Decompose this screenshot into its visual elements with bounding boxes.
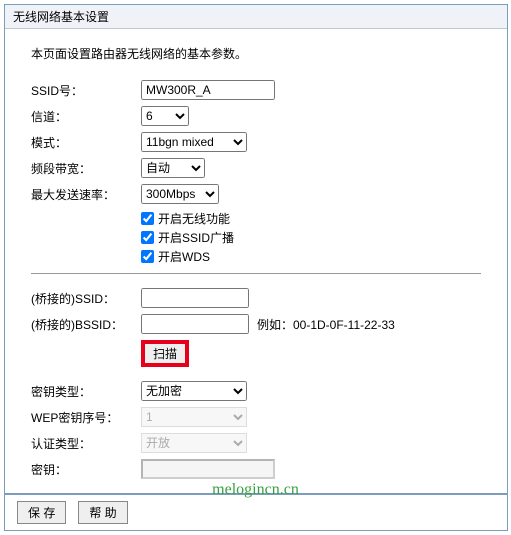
ssid-label: SSID号： <box>31 82 141 99</box>
key-label: 密钥： <box>31 461 141 478</box>
save-button[interactable]: 保 存 <box>17 501 66 524</box>
rate-label: 最大发送速率： <box>31 186 141 203</box>
bridge-bssid-label: (桥接的)BSSID： <box>31 316 141 333</box>
mode-select[interactable]: 11bgn mixed <box>141 132 247 152</box>
bandwidth-label: 频段带宽： <box>31 160 141 177</box>
wep-index-label: WEP密钥序号： <box>31 409 141 426</box>
help-button[interactable]: 帮 助 <box>78 501 127 524</box>
bssid-example: 例如：00-1D-0F-11-22-33 <box>257 316 395 333</box>
auth-select: 开放 <box>141 433 247 453</box>
enable-wireless-checkbox[interactable] <box>141 212 154 225</box>
enable-wds-checkbox[interactable] <box>141 250 154 263</box>
panel-content: 本页面设置路由器无线网络的基本参数。 SSID号： 信道： 6 模式： 11bg… <box>5 29 507 493</box>
encryption-label: 密钥类型： <box>31 383 141 400</box>
panel-title: 无线网络基本设置 <box>5 5 507 29</box>
enable-wireless-label: 开启无线功能 <box>158 210 230 227</box>
auth-label: 认证类型： <box>31 435 141 452</box>
key-input <box>141 459 275 479</box>
encryption-select[interactable]: 无加密 <box>141 381 247 401</box>
scan-button[interactable]: 扫描 <box>141 340 189 367</box>
bridge-bssid-input[interactable] <box>141 314 249 334</box>
ssid-input[interactable] <box>141 80 275 100</box>
channel-label: 信道： <box>31 108 141 125</box>
divider <box>31 273 481 274</box>
enable-wds-label: 开启WDS <box>158 248 210 265</box>
bandwidth-select[interactable]: 自动 <box>141 158 205 178</box>
bridge-ssid-input[interactable] <box>141 288 249 308</box>
mode-label: 模式： <box>31 134 141 151</box>
settings-panel: 无线网络基本设置 本页面设置路由器无线网络的基本参数。 SSID号： 信道： 6… <box>4 4 508 531</box>
enable-ssid-broadcast-checkbox[interactable] <box>141 231 154 244</box>
enable-ssid-broadcast-label: 开启SSID广播 <box>158 229 234 246</box>
rate-select[interactable]: 300Mbps <box>141 184 219 204</box>
bridge-ssid-label: (桥接的)SSID： <box>31 290 141 307</box>
intro-text: 本页面设置路由器无线网络的基本参数。 <box>31 45 481 62</box>
channel-select[interactable]: 6 <box>141 106 189 126</box>
wep-index-select: 1 <box>141 407 247 427</box>
watermark-text: melogincn.cn <box>212 481 299 499</box>
